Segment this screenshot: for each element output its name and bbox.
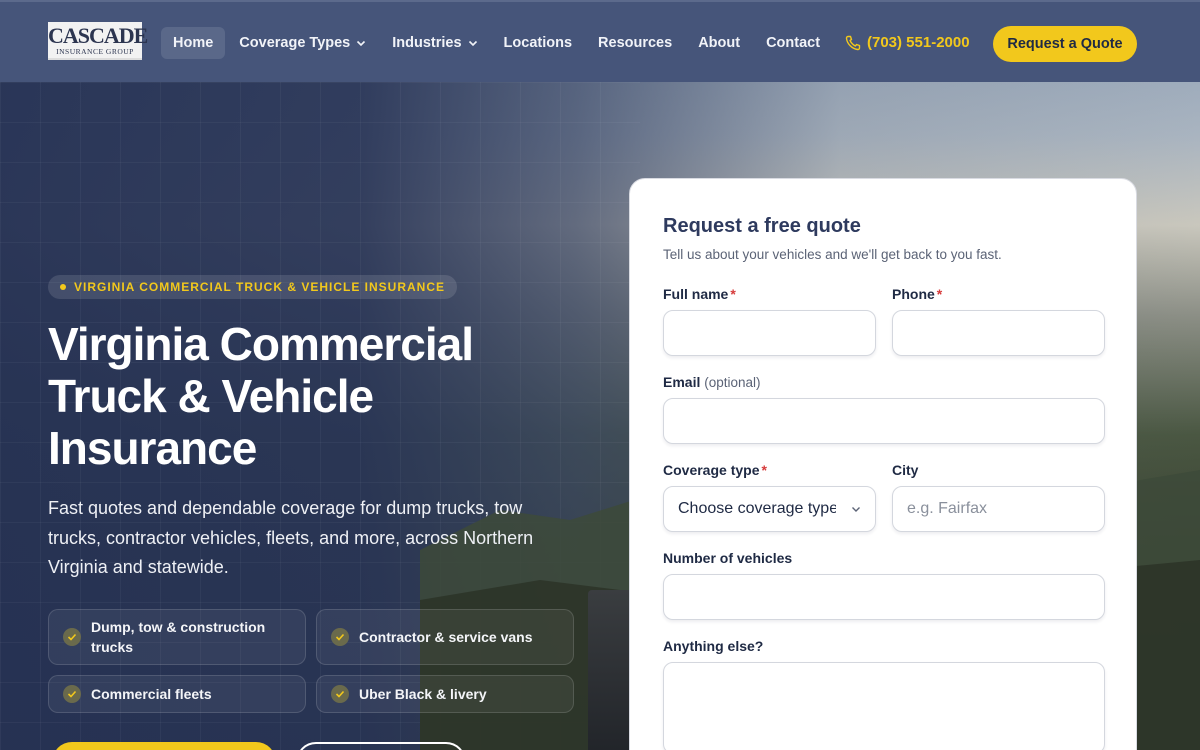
nav-item-coverage-types[interactable]: Coverage Types <box>227 27 378 59</box>
nav-item-label: About <box>698 35 741 51</box>
feature-item: Contractor & service vans <box>316 609 574 665</box>
city-input[interactable] <box>892 486 1105 532</box>
feature-label: Commercial fleets <box>91 686 212 702</box>
vehicles-label-text: Number of vehicles <box>663 550 793 566</box>
hero-title-line: Insurance <box>48 422 257 474</box>
nav-item-locations[interactable]: Locations <box>492 27 584 59</box>
cascade-logo[interactable]: CASCADE INSURANCE GROUP <box>48 22 148 60</box>
coverage-type-select[interactable]: Choose coverage type <box>663 486 876 532</box>
phone-link[interactable]: (703) 551-2000 <box>845 34 970 51</box>
required-mark: * <box>730 286 736 302</box>
email-label-text: Email <box>663 374 701 390</box>
logo-sub-text: INSURANCE GROUP <box>56 47 134 56</box>
check-icon <box>331 628 349 646</box>
feature-label: Contractor & service vans <box>359 629 533 645</box>
top-navbar: CASCADE INSURANCE GROUP Home Coverage Ty… <box>0 0 1200 82</box>
check-icon <box>63 628 81 646</box>
form-subtitle: Tell us about your vehicles and we'll ge… <box>663 247 1002 262</box>
eyebrow-dot-icon <box>60 284 66 290</box>
city-label: City <box>892 462 918 478</box>
hero-subtitle: Fast quotes and dependable coverage for … <box>48 498 534 577</box>
hero-secondary-button[interactable] <box>296 742 466 750</box>
email-optional-text: (optional) <box>704 375 761 390</box>
phone-number: (703) 551-2000 <box>867 34 970 51</box>
chevron-down-icon <box>468 40 477 47</box>
nav-item-label: Resources <box>598 35 673 51</box>
feature-label: Uber Black & livery <box>359 686 487 702</box>
full-name-label: Full name * <box>663 286 736 302</box>
nav-item-home[interactable]: Home <box>161 27 226 59</box>
nav-item-resources[interactable]: Resources <box>586 27 684 59</box>
hero-title-line: Virginia Commercial <box>48 318 474 370</box>
nav-item-label: Locations <box>503 35 573 51</box>
feature-item: Commercial fleets <box>48 675 306 713</box>
coverage-type-selected-value: Choose coverage type <box>678 500 836 517</box>
nav-item-contact[interactable]: Contact <box>754 27 832 59</box>
form-title: Request a free quote <box>663 215 861 237</box>
email-input[interactable] <box>663 398 1105 444</box>
quote-form-card: Request a free quote Tell us about your … <box>629 178 1137 750</box>
required-mark: * <box>936 286 943 302</box>
chevron-down-icon <box>357 40 366 47</box>
nav-item-about[interactable]: About <box>686 27 752 59</box>
hero-eyebrow-badge: VIRGINIA COMMERCIAL TRUCK & VEHICLE INSU… <box>48 275 458 299</box>
required-mark: * <box>761 462 767 478</box>
phone-label: Phone * <box>892 286 942 302</box>
coverage-type-label-text: Coverage type <box>663 462 760 478</box>
anything-else-textarea[interactable] <box>663 662 1105 750</box>
feature-item: Dump, tow & construction trucks <box>48 609 306 665</box>
hero-title: Virginia Commercial Truck & Vehicle Insu… <box>48 318 608 474</box>
phone-label-text: Phone <box>892 286 935 302</box>
coverage-type-label: Coverage type * <box>663 462 767 478</box>
anything-else-label: Anything else? <box>663 638 763 654</box>
chevron-down-icon <box>852 507 860 512</box>
city-label-text: City <box>892 462 919 478</box>
logo-main-text: CASCADE <box>48 23 148 48</box>
full-name-input[interactable] <box>663 310 876 356</box>
vehicles-label: Number of vehicles <box>663 550 792 566</box>
nav-item-industries[interactable]: Industries <box>380 27 489 59</box>
vehicles-input[interactable] <box>663 574 1105 620</box>
anything-else-label-text: Anything else? <box>663 638 764 654</box>
email-label: Email (optional) <box>663 374 761 390</box>
nav-item-label: Contact <box>766 35 821 51</box>
check-icon <box>63 685 81 703</box>
check-icon <box>331 685 349 703</box>
request-quote-button[interactable]: Request a Quote <box>993 26 1137 62</box>
phone-input[interactable] <box>892 310 1105 356</box>
eyebrow-text: VIRGINIA COMMERCIAL TRUCK & VEHICLE INSU… <box>74 280 446 294</box>
full-name-label-text: Full name <box>663 286 729 302</box>
nav-item-label: Home <box>173 35 214 51</box>
feature-item: Uber Black & livery <box>316 675 574 713</box>
hero-title-line: Truck & Vehicle <box>48 370 374 422</box>
nav-item-label: Coverage Types <box>239 35 351 51</box>
hero-primary-button[interactable] <box>52 742 276 750</box>
feature-label: Dump, tow & construction trucks <box>91 619 266 655</box>
nav-item-label: Industries <box>392 35 462 51</box>
phone-icon <box>845 35 861 50</box>
main-nav: Home Coverage Types Industries Locations… <box>161 27 834 59</box>
